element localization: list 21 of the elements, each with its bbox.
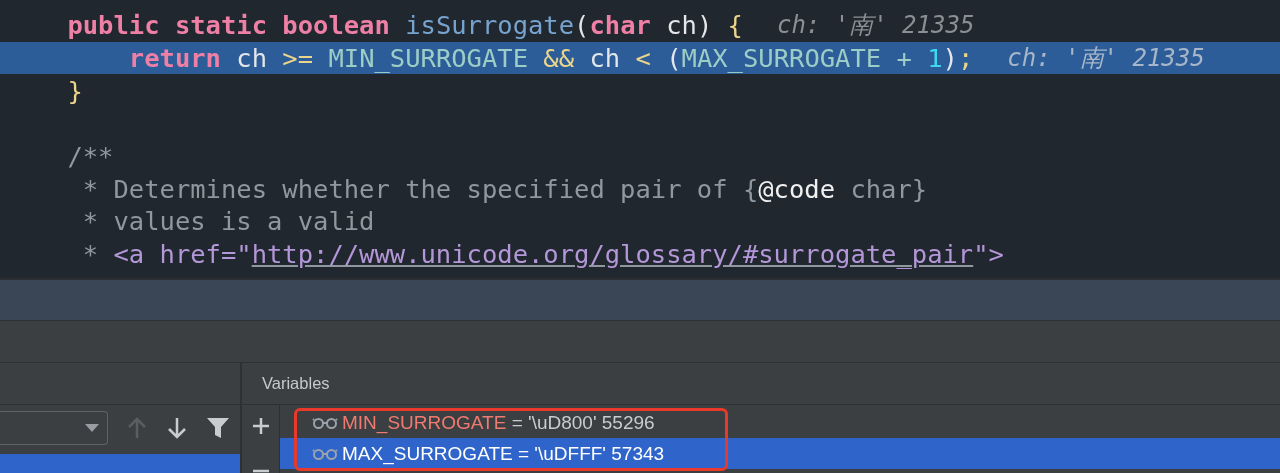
code-line: * values is a valid	[81, 205, 375, 238]
code-line: }	[66, 74, 83, 107]
watch-expression: MAX_SURROGATE = '\uDFFF' 57343	[342, 442, 665, 465]
down-arrow-icon[interactable]	[166, 416, 188, 441]
code-line: * Determines whether the specified pair of {@code char}	[81, 172, 928, 205]
code-line: * <a href="http://www.unicode.org/glossary/#surrogate_pair">	[81, 238, 1004, 271]
watch-expression: MIN_SURROGATE = '\uD800' 55296	[342, 411, 655, 434]
inline-value-hint: ch: '南' 21335	[776, 10, 975, 41]
watch-row[interactable]: MIN_SURROGATE = '\uD800' 55296	[280, 407, 1280, 438]
code-line: return ch >= MIN_SURROGATE && ch < (MAX_SURROGATE + 1);	[127, 42, 974, 75]
inline-value-hint: ch: '南' 21335	[1007, 42, 1205, 74]
glasses-icon	[312, 416, 338, 429]
remove-icon[interactable]	[251, 469, 270, 473]
variables-title: Variables	[262, 374, 330, 393]
code-line: public static boolean isSurrogate(char ch) {	[66, 9, 743, 42]
watch-row[interactable]: MAX_SURROGATE = '\uDFFF' 57343	[280, 438, 1280, 469]
code-line: /**	[66, 140, 114, 173]
glasses-icon	[312, 447, 338, 460]
add-icon[interactable]	[251, 417, 270, 435]
caret-icon	[85, 424, 99, 433]
filter-icon[interactable]	[206, 417, 230, 440]
